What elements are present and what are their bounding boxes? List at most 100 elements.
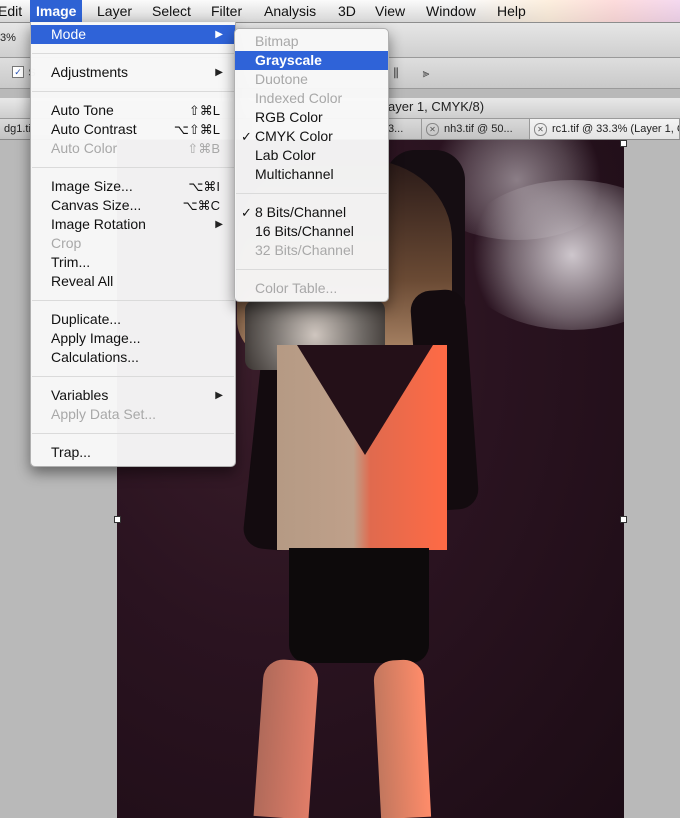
checkmark-icon: ✓ bbox=[241, 129, 252, 144]
auto-align-icon[interactable]: ⫸ bbox=[418, 66, 434, 80]
menu-item-label: 16 Bits/Channel bbox=[255, 223, 354, 239]
menu-shortcut: ⌥⇧⌘L bbox=[173, 122, 220, 137]
menu-item-label: CMYK Color bbox=[255, 128, 333, 144]
mode-item-32-bits: 32 Bits/Channel bbox=[235, 241, 388, 260]
submenu-arrow-icon: ▶ bbox=[215, 390, 223, 401]
tab-label: dg1.ti bbox=[4, 123, 31, 135]
mode-item-rgb-color[interactable]: RGB Color bbox=[235, 108, 388, 127]
menu-item-auto-contrast[interactable]: Auto Contrast ⌥⇧⌘L bbox=[31, 120, 235, 139]
menu-item-label: Apply Image... bbox=[51, 330, 141, 346]
mode-item-8-bits[interactable]: ✓ 8 Bits/Channel bbox=[235, 203, 388, 222]
menu-separator bbox=[236, 193, 387, 194]
left-leg bbox=[253, 658, 320, 818]
menu-item-label: Crop bbox=[51, 235, 82, 251]
tab-nh3[interactable]: ✕ nh3.tif @ 50... bbox=[422, 119, 530, 139]
menu-item-label: Multichannel bbox=[255, 166, 334, 182]
mode-item-indexed-color: Indexed Color bbox=[235, 89, 388, 108]
menu-image[interactable]: Image bbox=[30, 0, 83, 22]
menu-layer[interactable]: Layer bbox=[91, 0, 138, 22]
menu-item-variables[interactable]: Variables ▶ bbox=[31, 386, 235, 405]
image-menu: Mode ▶ Adjustments ▶ Auto Tone ⇧⌘L Auto … bbox=[30, 22, 236, 467]
menu-item-label: Variables bbox=[51, 387, 109, 403]
submenu-arrow-icon: ▶ bbox=[215, 67, 223, 78]
menu-item-adjustments[interactable]: Adjustments ▶ bbox=[31, 63, 235, 82]
menu-item-calculations[interactable]: Calculations... bbox=[31, 348, 235, 367]
menu-separator bbox=[32, 433, 234, 434]
document-title: ayer 1, CMYK/8) bbox=[388, 99, 485, 114]
menu-window[interactable]: Window bbox=[420, 0, 482, 22]
mode-item-multichannel[interactable]: Multichannel bbox=[235, 165, 388, 184]
menu-item-crop: Crop bbox=[31, 234, 235, 253]
mode-item-color-table: Color Table... bbox=[235, 279, 388, 298]
menu-item-label: Duotone bbox=[255, 71, 308, 87]
transform-handle[interactable] bbox=[620, 140, 627, 147]
menu-shortcut: ⇧⌘L bbox=[188, 103, 220, 118]
menu-item-label: Auto Tone bbox=[51, 102, 114, 118]
menu-filter[interactable]: Filter bbox=[205, 0, 248, 22]
tab-rc1[interactable]: ✕ rc1.tif @ 33.3% (Layer 1, C bbox=[530, 119, 680, 139]
tab-label: rc1.tif @ 33.3% (Layer 1, C bbox=[552, 123, 680, 135]
submenu-arrow-icon: ▶ bbox=[215, 29, 223, 40]
transform-handle[interactable] bbox=[620, 516, 627, 523]
menu-item-reveal-all[interactable]: Reveal All bbox=[31, 272, 235, 291]
menu-item-label: Calculations... bbox=[51, 349, 139, 365]
menu-item-duplicate[interactable]: Duplicate... bbox=[31, 310, 235, 329]
menu-item-label: Reveal All bbox=[51, 273, 114, 289]
menu-item-label: Bitmap bbox=[255, 33, 299, 49]
menu-item-label: Lab Color bbox=[255, 147, 316, 163]
mode-submenu: Bitmap Grayscale Duotone Indexed Color R… bbox=[234, 28, 389, 302]
tab-doc-2[interactable]: 3... bbox=[384, 119, 422, 139]
menu-item-trap[interactable]: Trap... bbox=[31, 443, 235, 462]
menu-3d[interactable]: 3D bbox=[332, 0, 362, 22]
mode-item-cmyk-color[interactable]: ✓ CMYK Color bbox=[235, 127, 388, 146]
mode-item-duotone: Duotone bbox=[235, 70, 388, 89]
mode-item-lab-color[interactable]: Lab Color bbox=[235, 146, 388, 165]
menu-item-canvas-size[interactable]: Canvas Size... ⌥⌘C bbox=[31, 196, 235, 215]
menu-item-mode[interactable]: Mode ▶ bbox=[31, 25, 235, 44]
menu-shortcut: ⌥⌘I bbox=[188, 179, 220, 194]
auto-select-checkbox[interactable]: ✓ bbox=[12, 66, 24, 78]
menu-view[interactable]: View bbox=[369, 0, 411, 22]
menu-item-label: Apply Data Set... bbox=[51, 406, 157, 422]
menu-separator bbox=[32, 300, 234, 301]
menu-analysis[interactable]: Analysis bbox=[258, 0, 322, 22]
skirt bbox=[289, 548, 429, 663]
menu-separator bbox=[32, 167, 234, 168]
menu-separator bbox=[236, 269, 387, 270]
menu-item-auto-color: Auto Color ⇧⌘B bbox=[31, 139, 235, 158]
menu-item-label: 8 Bits/Channel bbox=[255, 204, 347, 220]
menu-select[interactable]: Select bbox=[146, 0, 197, 22]
menu-item-label: Adjustments bbox=[51, 64, 129, 80]
menu-item-label: Canvas Size... bbox=[51, 197, 142, 213]
mode-item-16-bits[interactable]: 16 Bits/Channel bbox=[235, 222, 388, 241]
mode-item-grayscale[interactable]: Grayscale bbox=[235, 51, 388, 70]
menu-item-label: Auto Color bbox=[51, 140, 118, 156]
menu-item-image-rotation[interactable]: Image Rotation ▶ bbox=[31, 215, 235, 234]
tab-label: 3... bbox=[388, 123, 404, 135]
menu-item-label: Duplicate... bbox=[51, 311, 122, 327]
tab-close-icon[interactable]: ✕ bbox=[426, 122, 439, 136]
menu-shortcut: ⇧⌘B bbox=[187, 141, 220, 156]
menu-item-label: RGB Color bbox=[255, 109, 323, 125]
checkmark-icon: ✓ bbox=[241, 205, 252, 220]
menu-item-trim[interactable]: Trim... bbox=[31, 253, 235, 272]
menu-separator bbox=[32, 53, 234, 54]
distribute-icon[interactable]: ⫼ bbox=[388, 66, 404, 80]
submenu-arrow-icon: ▶ bbox=[215, 219, 223, 230]
menu-item-apply-image[interactable]: Apply Image... bbox=[31, 329, 235, 348]
menu-item-label: Indexed Color bbox=[255, 90, 343, 106]
mode-item-bitmap: Bitmap bbox=[235, 32, 388, 51]
menu-item-label: Mode bbox=[51, 26, 87, 42]
transform-handle[interactable] bbox=[114, 516, 121, 523]
menu-item-label: Color Table... bbox=[255, 280, 338, 296]
menu-item-auto-tone[interactable]: Auto Tone ⇧⌘L bbox=[31, 101, 235, 120]
menu-help[interactable]: Help bbox=[491, 0, 532, 22]
menu-item-label: 32 Bits/Channel bbox=[255, 242, 354, 258]
menu-separator bbox=[32, 91, 234, 92]
menu-item-image-size[interactable]: Image Size... ⌥⌘I bbox=[31, 177, 235, 196]
menu-separator bbox=[32, 376, 234, 377]
menu-edit[interactable]: Edit bbox=[0, 0, 28, 22]
tab-close-icon[interactable]: ✕ bbox=[534, 122, 547, 136]
menu-item-label: Grayscale bbox=[255, 52, 322, 68]
zoom-level-field[interactable]: 3% bbox=[0, 32, 16, 44]
